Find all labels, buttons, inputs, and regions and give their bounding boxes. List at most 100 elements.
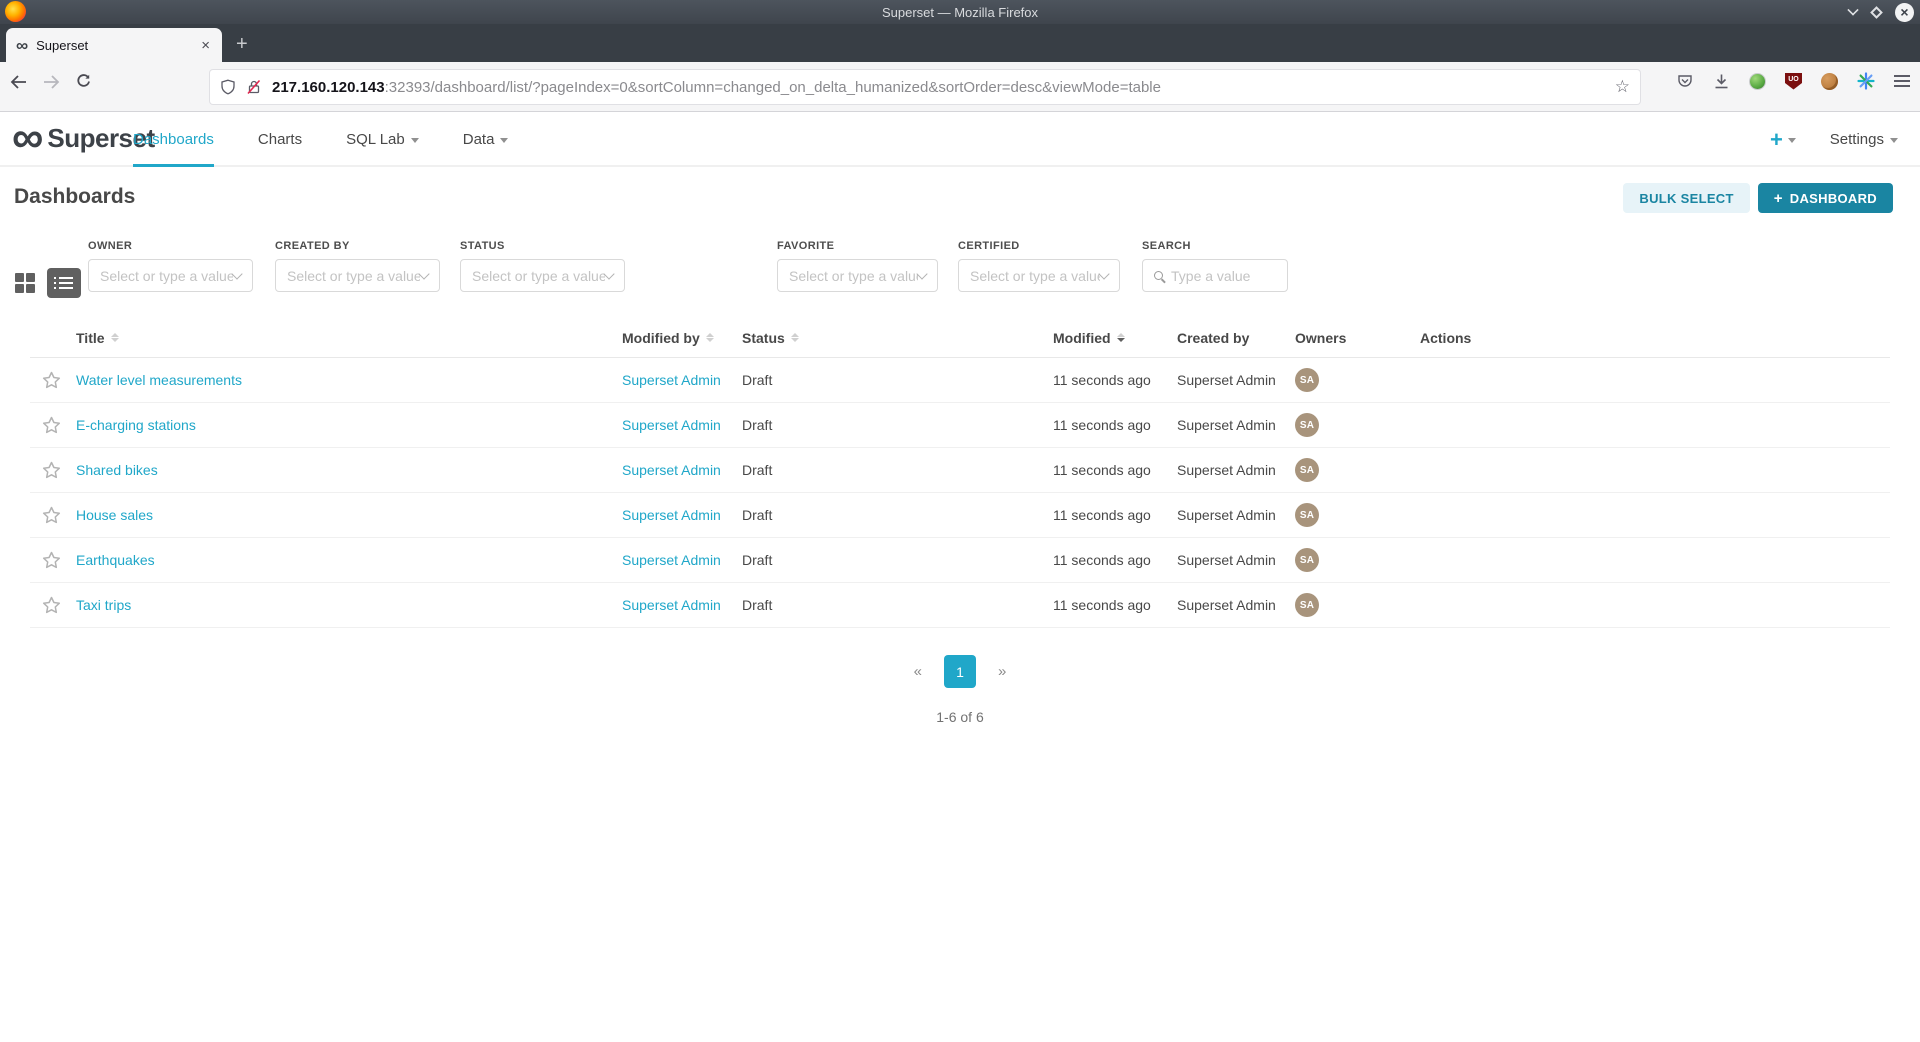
browser-tab-superset[interactable]: ∞ Superset × [6,28,222,62]
nav-item-data[interactable]: Data [463,112,509,167]
page-title: Dashboards [14,185,135,209]
browser-toolbar: 217.160.120.143:32393/dashboard/list/?pa… [0,62,1920,112]
column-label: Modified [1053,330,1111,346]
column-header-status[interactable]: Status [742,330,1053,346]
search-field-wrap [1142,259,1288,292]
favorite-star-icon[interactable] [30,551,76,569]
favorite-star-icon[interactable] [30,596,76,614]
owner-select[interactable]: Select or type a value [88,259,253,292]
new-item-menu[interactable]: + [1770,129,1796,151]
created-by-cell: Superset Admin [1177,552,1295,568]
modified-by-link[interactable]: Superset Admin [622,462,721,478]
certified-select[interactable]: Select or type a value [958,259,1120,292]
dashboard-title-link[interactable]: Taxi trips [76,597,131,613]
dashboard-title-link[interactable]: House sales [76,507,153,523]
favorite-star-icon[interactable] [30,461,76,479]
reload-icon[interactable] [76,74,91,89]
new-tab-button[interactable]: + [236,34,248,54]
pocket-icon[interactable] [1676,72,1694,90]
owner-avatar[interactable]: SA [1295,593,1319,617]
owner-avatar[interactable]: SA [1295,413,1319,437]
tab-title: Superset [36,38,199,53]
settings-menu[interactable]: Settings [1830,131,1898,148]
favorite-star-icon[interactable] [30,371,76,389]
modified-by-link[interactable]: Superset Admin [622,372,721,388]
next-page-button[interactable]: » [998,663,1006,680]
modified-by-link[interactable]: Superset Admin [622,552,721,568]
dashboard-title-link[interactable]: E-charging stations [76,417,196,433]
bookmark-star-icon[interactable]: ☆ [1615,77,1630,97]
status-select[interactable]: Select or type a value [460,259,625,292]
menu-hamburger-icon[interactable] [1894,75,1910,87]
new-dashboard-label: DASHBOARD [1790,191,1877,206]
ublock-origin-icon[interactable]: UO [1785,73,1802,90]
table-row: E-charging stations Superset Admin Draft… [30,403,1890,448]
nav-item-charts[interactable]: Charts [258,112,302,167]
chevron-down-icon [231,268,242,279]
owner-avatar[interactable]: SA [1295,503,1319,527]
forward-icon[interactable] [43,75,60,89]
insecure-lock-icon[interactable] [246,79,262,95]
card-view-icon[interactable] [15,273,37,293]
modified-cell: 11 seconds ago [1053,417,1177,433]
window-maximize-icon[interactable] [1870,6,1883,19]
downloads-icon[interactable] [1713,73,1730,90]
column-header-actions: Actions [1420,330,1890,346]
chevron-down-icon [500,138,508,143]
plus-icon: + [1774,190,1783,207]
modified-cell: 11 seconds ago [1053,462,1177,478]
status-cell: Draft [742,417,1053,433]
window-minimize-icon[interactable] [1847,4,1858,15]
modified-by-link[interactable]: Superset Admin [622,597,721,613]
sort-icon [706,333,714,342]
column-label: Modified by [622,330,700,346]
back-icon[interactable] [10,75,27,89]
column-header-modified[interactable]: Modified [1053,330,1177,346]
column-label: Actions [1420,330,1471,346]
favorite-star-icon[interactable] [30,506,76,524]
firefox-logo-icon [5,1,26,22]
favorite-select[interactable]: Select or type a value [777,259,938,292]
url-bar[interactable]: 217.160.120.143:32393/dashboard/list/?pa… [210,70,1640,104]
tab-close-icon[interactable]: × [199,37,212,54]
column-label: Status [742,330,785,346]
extension-green-icon[interactable] [1749,73,1766,90]
url-text[interactable]: 217.160.120.143:32393/dashboard/list/?pa… [272,79,1607,96]
window-close-icon[interactable]: × [1895,3,1914,22]
search-input[interactable] [1171,268,1276,284]
column-header-title[interactable]: Title [76,330,622,346]
column-label: Owners [1295,330,1346,346]
prev-page-button[interactable]: « [914,663,922,680]
table-row: House sales Superset Admin Draft 11 seco… [30,493,1890,538]
column-header-modified-by[interactable]: Modified by [622,330,742,346]
created-by-select[interactable]: Select or type a value [275,259,440,292]
dashboard-title-link[interactable]: Earthquakes [76,552,155,568]
dashboard-title-link[interactable]: Water level measurements [76,372,242,388]
nav-item-sql-lab[interactable]: SQL Lab [346,112,419,167]
owner-avatar[interactable]: SA [1295,458,1319,482]
owner-avatar[interactable]: SA [1295,548,1319,572]
status-cell: Draft [742,372,1053,388]
new-dashboard-button[interactable]: + DASHBOARD [1758,183,1893,213]
search-icon [1154,271,1163,280]
tab-strip: ∞ Superset × + [0,24,1920,62]
owner-avatar[interactable]: SA [1295,368,1319,392]
created-by-cell: Superset Admin [1177,507,1295,523]
current-page-button[interactable]: 1 [944,655,976,688]
cookie-extension-icon[interactable] [1821,73,1838,90]
chevron-down-icon [1788,138,1796,143]
favorite-star-icon[interactable] [30,416,76,434]
list-view-icon[interactable] [47,268,81,298]
modified-by-link[interactable]: Superset Admin [622,507,721,523]
modified-by-link[interactable]: Superset Admin [622,417,721,433]
bulk-select-button[interactable]: BULK SELECT [1623,183,1749,213]
dashboard-title-link[interactable]: Shared bikes [76,462,158,478]
shield-icon[interactable] [220,79,236,95]
nav-item-dashboards[interactable]: Dashboards [133,112,214,167]
column-label: Created by [1177,330,1249,346]
asterisk-extension-icon[interactable] [1857,72,1875,90]
column-header-created-by: Created by [1177,330,1295,346]
sort-desc-icon [1117,333,1125,342]
filter-label-search: SEARCH [1142,240,1288,252]
superset-logo-icon: ∞ [12,114,41,162]
